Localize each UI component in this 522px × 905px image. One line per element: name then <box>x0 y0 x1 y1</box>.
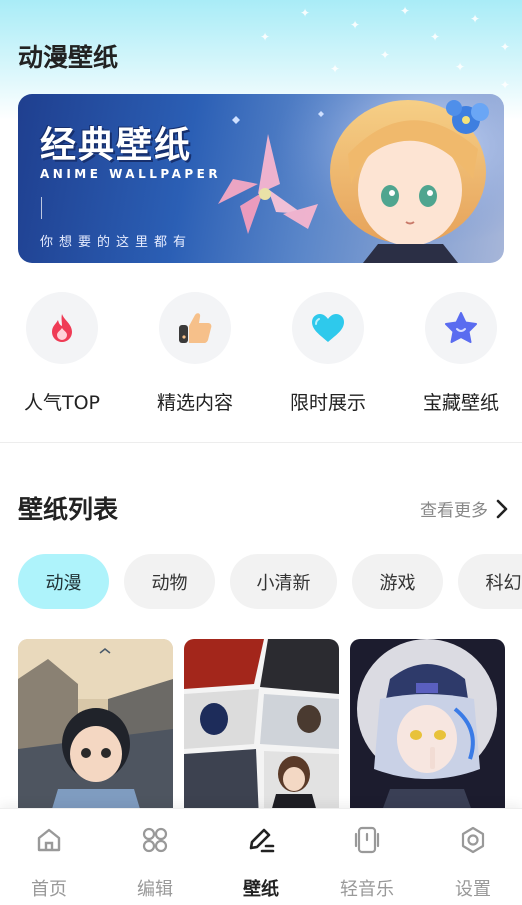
quick-link-label: 精选内容 <box>156 392 233 414</box>
nav-settings[interactable]: 设置 <box>421 823 522 901</box>
pen-icon <box>209 823 313 857</box>
nav-label: 轻音乐 <box>340 879 394 900</box>
quick-link-label: 人气TOP <box>23 392 101 414</box>
nav-label: 首页 <box>31 879 67 900</box>
banner-divider <box>41 197 42 219</box>
quick-links: 人气TOP 精选内容 限时展示 宝藏壁纸 <box>0 292 522 422</box>
tab-games[interactable]: 游戏 <box>352 554 443 609</box>
thumbs-up-icon <box>159 292 231 364</box>
nav-music[interactable]: 轻音乐 <box>315 823 419 901</box>
home-icon <box>0 823 101 857</box>
page-title: 动漫壁纸 <box>18 43 119 72</box>
settings-icon <box>421 823 522 857</box>
bottom-navigation: 首页 编辑 壁纸 轻音乐 设置 <box>0 808 522 905</box>
star-icon <box>425 292 497 364</box>
quick-link-label: 限时展示 <box>289 392 366 414</box>
section-title: 壁纸列表 <box>18 495 119 524</box>
heart-icon <box>292 292 364 364</box>
wallpaper-thumbnail[interactable] <box>350 639 505 819</box>
banner-title: 经典壁纸 <box>40 125 193 166</box>
banner-subtitle: ANIME WALLPAPER <box>40 167 222 181</box>
chevron-right-icon <box>496 499 508 518</box>
wallpaper-thumbnail[interactable] <box>184 639 339 819</box>
nav-label: 设置 <box>455 879 491 900</box>
quick-link-label: 宝藏壁纸 <box>422 392 499 414</box>
view-more-label: 查看更多 <box>420 501 488 521</box>
wallpaper-thumbnail[interactable] <box>18 639 173 819</box>
view-more-link[interactable]: 查看更多 <box>420 496 508 521</box>
banner-slogan: 你想要的这里都有 <box>40 235 193 250</box>
wallpaper-grid <box>18 639 522 819</box>
tab-scifi[interactable]: 科幻 <box>458 554 522 609</box>
category-tabs: 动漫 动物 小清新 游戏 科幻 <box>18 554 522 610</box>
nav-label: 壁纸 <box>243 879 279 900</box>
nav-edit[interactable]: 编辑 <box>103 823 207 901</box>
quick-link-limited[interactable]: 限时展示 <box>273 292 383 415</box>
tab-animals[interactable]: 动物 <box>124 554 215 609</box>
featured-banner[interactable]: 经典壁纸 ANIME WALLPAPER 你想要的这里都有 <box>18 94 504 263</box>
quick-link-featured[interactable]: 精选内容 <box>140 292 250 415</box>
tab-fresh[interactable]: 小清新 <box>230 554 337 609</box>
nav-label: 编辑 <box>137 879 173 900</box>
nav-home[interactable]: 首页 <box>0 823 101 901</box>
fire-icon <box>26 292 98 364</box>
quick-link-top[interactable]: 人气TOP <box>7 292 117 415</box>
section-divider <box>0 442 522 443</box>
grid-icon <box>103 823 207 857</box>
tab-anime[interactable]: 动漫 <box>18 554 109 609</box>
nav-wallpaper[interactable]: 壁纸 <box>209 823 313 901</box>
quick-link-treasure[interactable]: 宝藏壁纸 <box>406 292 516 415</box>
music-icon <box>315 823 419 857</box>
